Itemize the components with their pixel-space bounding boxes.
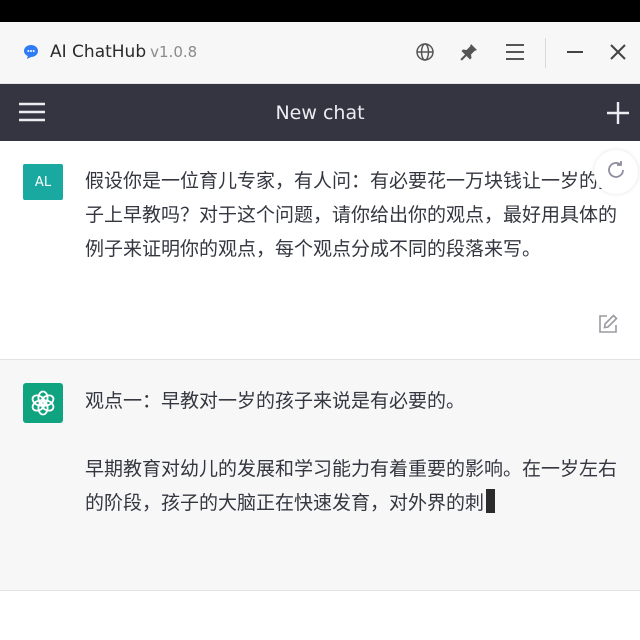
app-title: AI ChatHub v1.0.8 [50,40,197,64]
typing-cursor [486,489,496,513]
plus-icon[interactable] [605,100,631,126]
close-icon[interactable] [605,39,631,65]
assistant-message: 观点一：早教对一岁的孩子来说是有必要的。 早期教育对幼儿的发展和学习能力有着重要… [0,360,640,591]
user-avatar: AL [23,164,63,200]
user-message: AL 假设你是一位育儿专家，有人问：有必要花一万块钱让一岁的孩子上早教吗？对于这… [0,141,640,360]
assistant-paragraph: 早期教育对幼儿的发展和学习能力有着重要的影响。在一岁左右的阶段，孩子的大脑正在快… [85,452,625,520]
assistant-paragraph-text: 早期教育对幼儿的发展和学习能力有着重要的影响。在一岁左右的阶段，孩子的大脑正在快… [85,458,618,514]
app-name: AI ChatHub [50,42,147,62]
openai-logo-icon [23,383,63,423]
edit-icon[interactable] [597,313,619,335]
minimize-icon[interactable] [562,39,588,65]
top-black-strip [0,0,640,22]
assistant-paragraph: 观点一：早教对一岁的孩子来说是有必要的。 [85,390,466,412]
window-titlebar: AI ChatHub v1.0.8 [0,22,640,84]
chat-bubble-icon [23,44,39,60]
app-version: v1.0.8 [150,43,198,61]
titlebar-divider [545,38,546,68]
menu-icon[interactable] [502,39,528,65]
pin-icon[interactable] [456,39,482,65]
chat-title: New chat [275,102,365,124]
refresh-icon [605,159,627,185]
regenerate-button[interactable] [594,150,638,194]
assistant-message-text: 观点一：早教对一岁的孩子来说是有必要的。 早期教育对幼儿的发展和学习能力有着重要… [85,384,625,520]
chat-header: New chat [0,84,640,141]
globe-icon[interactable] [412,39,438,65]
user-message-text: 假设你是一位育儿专家，有人问：有必要花一万块钱让一岁的孩子上早教吗？对于这个问题… [85,170,618,260]
input-area [0,591,640,640]
